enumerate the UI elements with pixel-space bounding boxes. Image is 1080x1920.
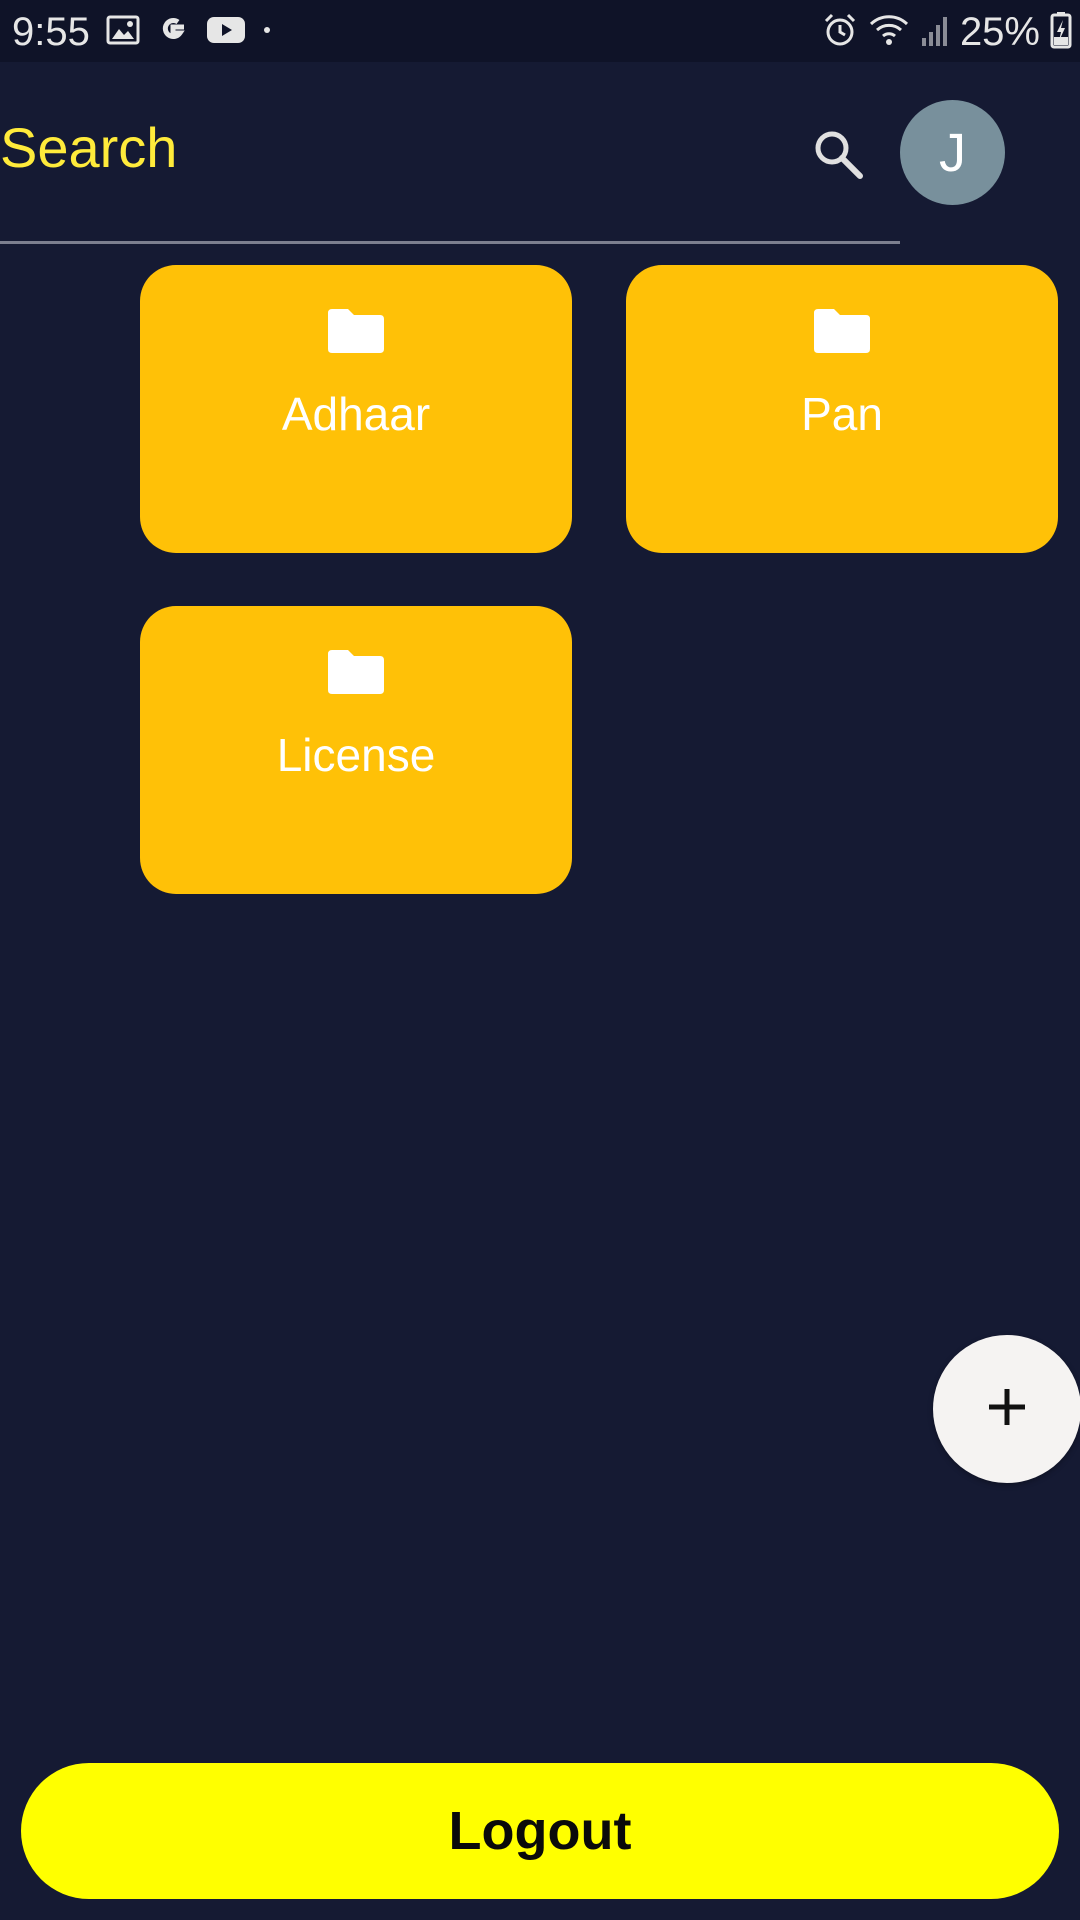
folder-label: Adhaar [281, 388, 431, 440]
folder-icon [326, 307, 386, 355]
dot-icon [262, 15, 272, 50]
plus-icon [985, 1385, 1029, 1434]
logout-button[interactable]: Logout [21, 1763, 1059, 1899]
folder-icon [812, 307, 872, 355]
folder-card-pan[interactable]: Pan [626, 265, 1058, 553]
battery-charging-icon [1050, 11, 1072, 54]
wifi-icon [868, 12, 910, 53]
add-folder-button[interactable] [933, 1335, 1080, 1483]
folder-label: License [276, 729, 436, 781]
search-icon [810, 126, 866, 187]
battery-percent: 25% [959, 10, 1040, 54]
youtube-icon [206, 15, 246, 50]
search-button[interactable] [806, 124, 870, 188]
folder-icon [326, 648, 386, 696]
image-icon [106, 15, 140, 50]
status-bar: 9:55 25% [0, 0, 1080, 62]
folder-card-license[interactable]: License [140, 606, 572, 894]
search-underline [0, 241, 900, 244]
search-input[interactable]: Search [0, 112, 177, 184]
status-notification-icons [106, 14, 272, 50]
google-icon [156, 13, 190, 52]
folder-label: Pan [801, 388, 883, 440]
avatar[interactable]: J [900, 100, 1005, 205]
folder-card-adhaar[interactable]: Adhaar [140, 265, 572, 553]
signal-icon [920, 12, 950, 53]
alarm-icon [822, 12, 858, 53]
status-system-icons: 25% [822, 8, 1072, 56]
status-time: 9:55 [12, 10, 90, 54]
